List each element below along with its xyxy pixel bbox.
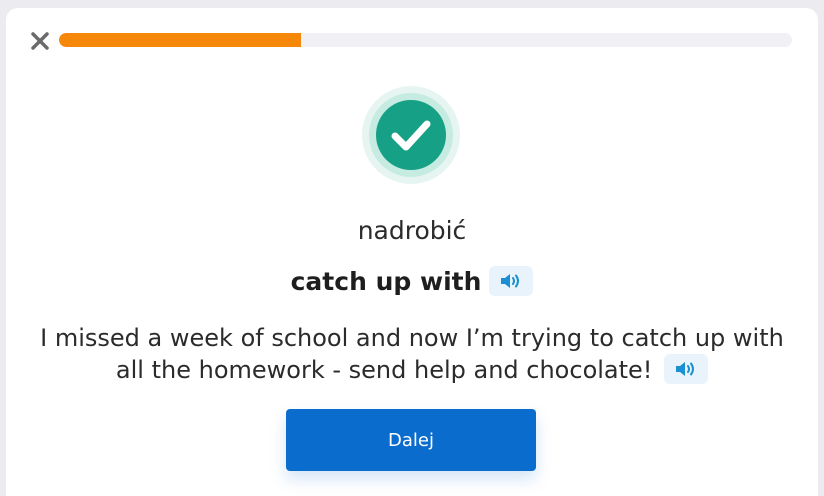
speaker-icon	[501, 274, 520, 288]
example-sentence-block: I missed a week of school and now I’m tr…	[26, 322, 798, 386]
word-translation: nadrobić	[357, 216, 467, 245]
phrase-row: catch up with	[6, 266, 818, 296]
flashcard-result-card: nadrobić catch up with I missed a week o…	[6, 8, 818, 496]
success-badge	[362, 86, 460, 184]
close-button[interactable]	[28, 29, 52, 53]
progress-bar	[59, 33, 792, 47]
phrase-text: catch up with	[290, 266, 482, 296]
next-button[interactable]: Dalej	[286, 409, 536, 471]
speaker-icon	[676, 362, 695, 376]
sentence-audio-button[interactable]	[664, 354, 709, 384]
phrase-audio-button[interactable]	[489, 266, 534, 296]
checkmark-circle-icon	[362, 86, 460, 184]
progress-fill	[59, 33, 301, 47]
close-icon	[31, 32, 49, 50]
